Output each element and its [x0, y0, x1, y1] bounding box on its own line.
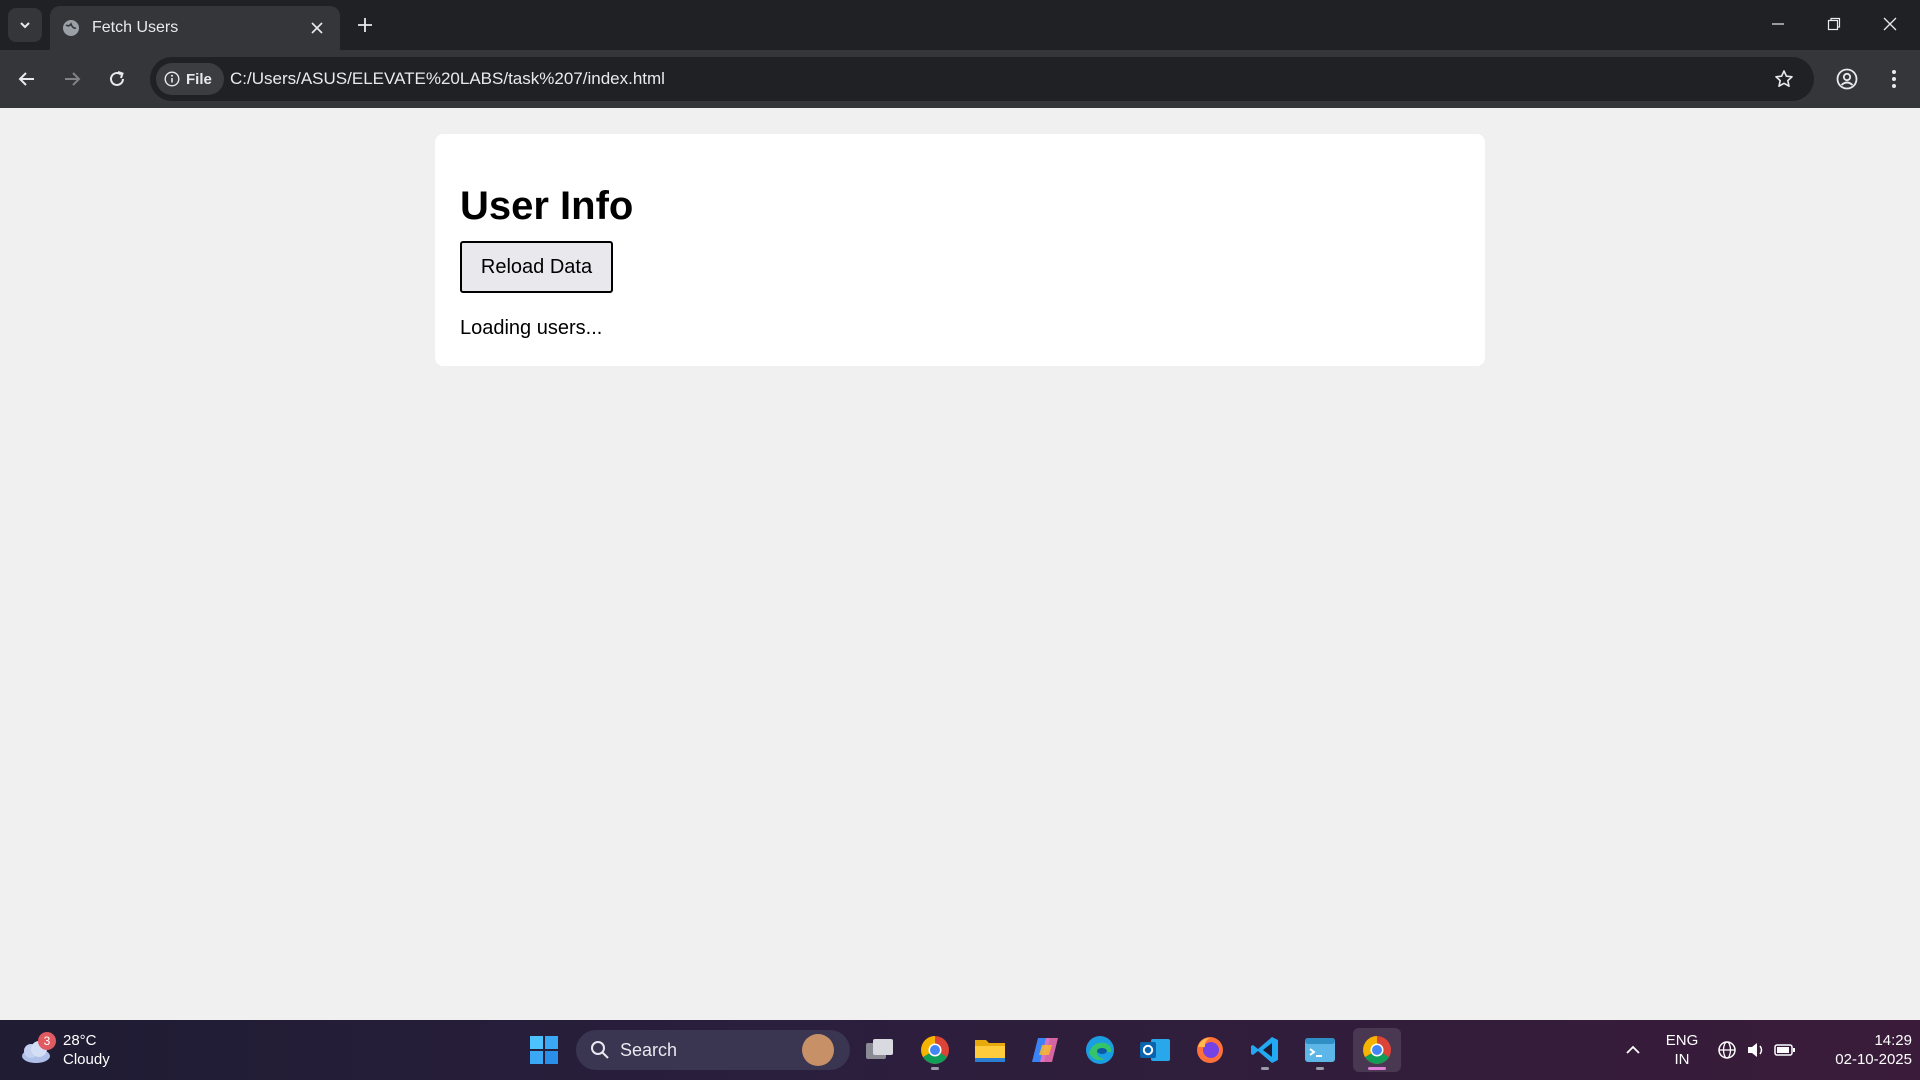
browser-toolbar: File C:/Users/ASUS/ELEVATE%20LABS/task%2… — [0, 50, 1920, 108]
taskbar-chrome[interactable] — [913, 1028, 957, 1072]
chrome-icon — [921, 1036, 949, 1064]
taskbar-search[interactable]: Search — [576, 1030, 850, 1070]
info-icon — [164, 71, 180, 87]
task-view-icon — [866, 1039, 893, 1059]
close-icon — [1883, 17, 1897, 31]
firefox-icon — [1197, 1037, 1223, 1063]
forward-button[interactable] — [56, 63, 88, 95]
running-indicator — [1316, 1067, 1324, 1070]
search-highlight-illustration — [802, 1034, 834, 1066]
clock-time: 14:29 — [1874, 1032, 1912, 1049]
weather-widget[interactable]: 3 28°C Cloudy — [18, 1028, 128, 1072]
close-tab-icon[interactable] — [306, 17, 328, 39]
copilot-icon — [1032, 1038, 1058, 1062]
running-indicator — [931, 1067, 939, 1070]
language-indicator[interactable]: ENG IN — [1662, 1031, 1702, 1069]
volume-icon[interactable] — [1744, 1038, 1768, 1062]
windows-logo-icon — [530, 1036, 558, 1064]
user-info-card: User Info Reload Data Loading users... — [435, 134, 1485, 366]
taskbar-firefox[interactable] — [1188, 1028, 1232, 1072]
search-placeholder: Search — [620, 1039, 678, 1060]
profile-icon — [1836, 68, 1858, 90]
search-icon — [591, 1041, 609, 1059]
browser-tab-strip: Fetch Users — [0, 0, 1920, 50]
loading-status: Loading users... — [460, 317, 603, 339]
reload-page-button[interactable] — [101, 63, 133, 95]
reload-data-button[interactable]: Reload Data — [460, 241, 613, 293]
active-indicator — [1368, 1067, 1386, 1070]
more-vert-icon — [1892, 70, 1896, 88]
language-code: ENG — [1665, 1032, 1699, 1049]
show-hidden-icons-button[interactable] — [1621, 1038, 1645, 1062]
clock-date: 02-10-2025 — [1835, 1051, 1912, 1068]
tab-search-button[interactable] — [8, 8, 42, 42]
start-button[interactable] — [522, 1028, 566, 1072]
taskbar-copilot[interactable] — [1023, 1028, 1067, 1072]
page-title: User Info — [460, 184, 634, 228]
bookmark-star-icon[interactable] — [1772, 67, 1796, 91]
site-info-label: File — [186, 70, 212, 88]
weather-condition: Cloudy — [63, 1051, 110, 1068]
chrome-icon — [1363, 1036, 1391, 1064]
browser-tab-fetch-users[interactable]: Fetch Users — [50, 6, 340, 50]
taskbar: 3 28°C Cloudy Search ENG IN 14:29 02-10-… — [0, 1020, 1920, 1080]
page-viewport: User Info Reload Data Loading users... — [0, 108, 1920, 1020]
taskbar-terminal[interactable] — [1298, 1028, 1342, 1072]
network-icon[interactable] — [1715, 1038, 1739, 1062]
arrow-left-icon — [18, 72, 34, 86]
chevron-up-icon — [1626, 1045, 1640, 1054]
taskbar-chrome-active[interactable] — [1353, 1028, 1401, 1072]
site-info-chip[interactable]: File — [156, 63, 224, 95]
minimize-button[interactable] — [1750, 0, 1806, 48]
refresh-icon — [110, 71, 124, 86]
back-button[interactable] — [11, 63, 43, 95]
chevron-down-icon — [20, 22, 30, 29]
close-window-button[interactable] — [1862, 0, 1918, 48]
address-bar[interactable]: File C:/Users/ASUS/ELEVATE%20LABS/task%2… — [150, 57, 1814, 101]
restore-icon — [1827, 17, 1841, 31]
edge-icon — [1086, 1036, 1114, 1064]
outlook-icon — [1140, 1039, 1170, 1061]
url-text[interactable]: C:/Users/ASUS/ELEVATE%20LABS/task%207/in… — [230, 69, 665, 89]
arrow-right-icon — [65, 72, 81, 86]
running-indicator — [1261, 1067, 1269, 1070]
taskbar-file-explorer[interactable] — [968, 1028, 1012, 1072]
battery-icon[interactable] — [1773, 1038, 1797, 1062]
clock[interactable]: 14:29 02-10-2025 — [1812, 1031, 1912, 1069]
terminal-icon — [1305, 1038, 1335, 1062]
task-view-button[interactable] — [858, 1028, 902, 1072]
globe-icon — [62, 19, 80, 37]
new-tab-button[interactable] — [352, 12, 378, 38]
folder-icon — [975, 1040, 1005, 1062]
weather-badge: 3 — [38, 1032, 56, 1050]
tab-title: Fetch Users — [92, 19, 179, 36]
taskbar-vscode[interactable] — [1243, 1028, 1287, 1072]
taskbar-edge[interactable] — [1078, 1028, 1122, 1072]
profile-button[interactable] — [1831, 63, 1863, 95]
plus-icon — [358, 18, 372, 32]
taskbar-outlook[interactable] — [1133, 1028, 1177, 1072]
weather-temperature: 28°C — [63, 1032, 97, 1049]
vscode-icon — [1251, 1037, 1278, 1063]
region-code: IN — [1674, 1051, 1690, 1068]
restore-button[interactable] — [1806, 0, 1862, 48]
cloud-icon: 3 — [18, 1032, 56, 1068]
menu-button[interactable] — [1878, 63, 1910, 95]
minimize-icon — [1772, 23, 1784, 25]
